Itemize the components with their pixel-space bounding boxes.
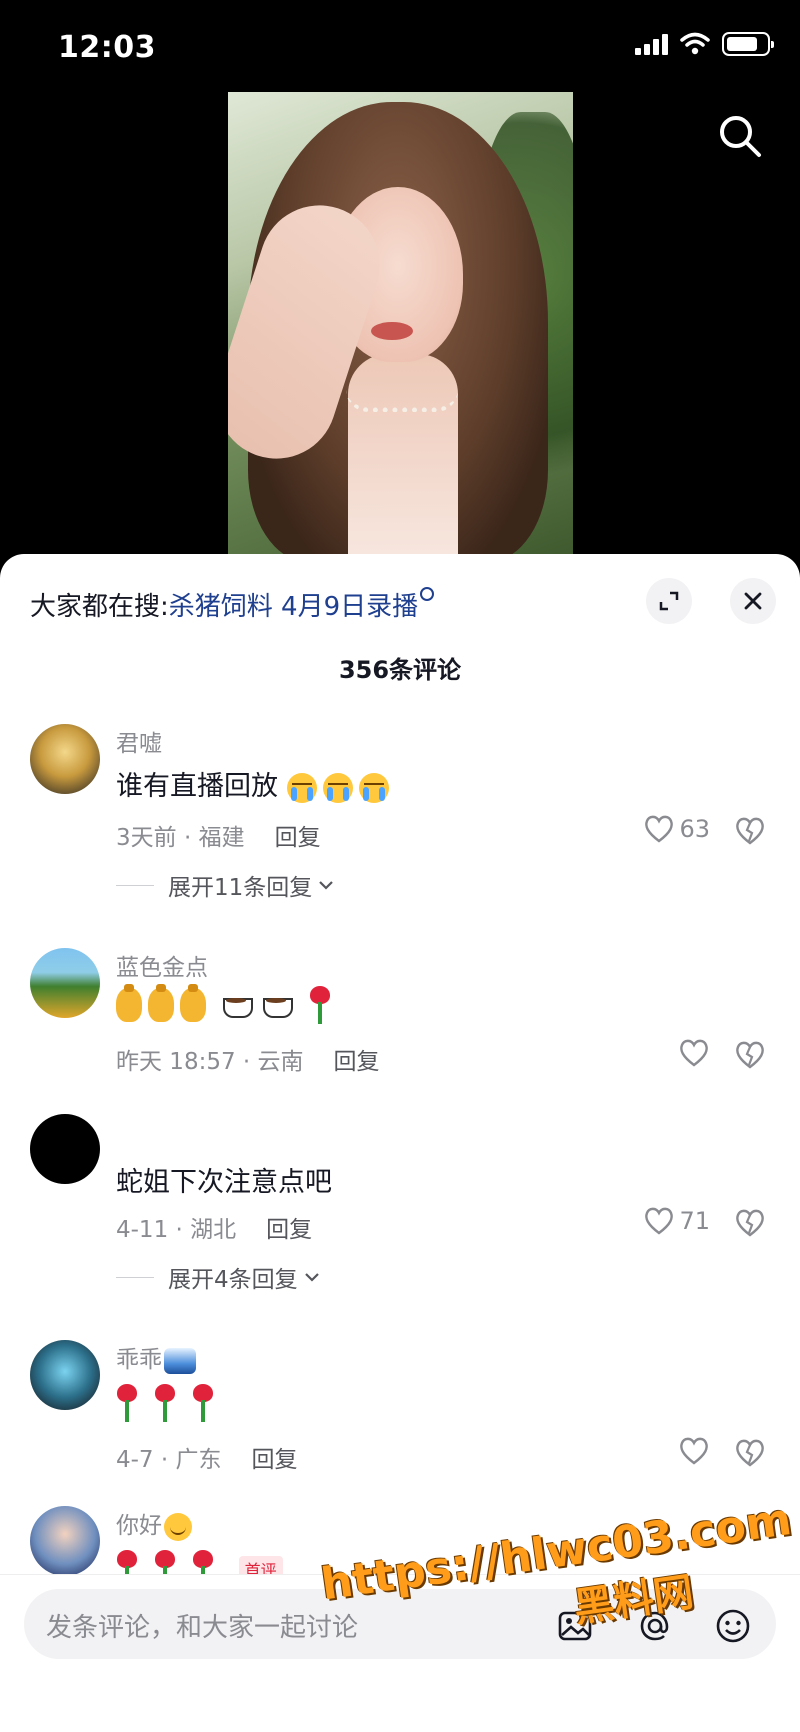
hot-search-term[interactable]: 杀猪饲料 4月9日录播 xyxy=(169,592,418,622)
status-time: 12:03 xyxy=(58,30,156,65)
comment-username-text: 你好 xyxy=(116,1513,162,1539)
like-button[interactable]: 63 xyxy=(643,814,710,844)
expand-replies-button[interactable]: 展开11条回复 xyxy=(116,868,334,902)
chevron-down-icon xyxy=(319,881,334,890)
heart-icon xyxy=(645,1207,674,1235)
comment-time-location: 3天前 · 福建 xyxy=(116,825,245,851)
expand-button[interactable] xyxy=(646,578,692,624)
chevron-down-icon xyxy=(304,1273,319,1282)
like-count: 63 xyxy=(679,815,710,843)
comment-meta: 4-11 · 湖北 回复 xyxy=(116,1210,312,1244)
heart-icon xyxy=(645,815,674,843)
comment-username-text: 乖乖 xyxy=(116,1347,162,1373)
like-count: 71 xyxy=(679,1207,710,1235)
comment-username[interactable]: 你好 xyxy=(116,1506,198,1541)
comment-username[interactable]: 君嘘 xyxy=(116,724,162,758)
video-player[interactable] xyxy=(228,92,573,554)
avatar[interactable] xyxy=(30,1114,100,1184)
dislike-heart-icon[interactable] xyxy=(734,1040,766,1070)
comment-count-title: 356条评论 xyxy=(338,656,462,684)
comment-username[interactable]: 乖乖 xyxy=(116,1340,202,1374)
dislike-heart-icon[interactable] xyxy=(734,1208,766,1238)
expand-icon xyxy=(659,591,679,611)
comment-time-location: 4-11 · 湖北 xyxy=(116,1217,237,1243)
avatar[interactable] xyxy=(30,1506,100,1576)
expand-replies-label: 展开4条回复 xyxy=(168,1267,298,1293)
close-button[interactable] xyxy=(730,578,776,624)
hot-search-prefix: 大家都在搜: xyxy=(30,592,169,622)
heart-icon xyxy=(680,1039,708,1067)
comment-input-placeholder: 发条评论，和大家一起讨论 xyxy=(46,1613,359,1643)
comment-text: 谁有直播回放 xyxy=(116,764,395,803)
avatar[interactable] xyxy=(30,948,100,1018)
close-icon xyxy=(744,592,762,610)
rose-emoji-icon xyxy=(309,986,331,1024)
comment-username[interactable]: 蓝色金点 xyxy=(116,948,208,982)
dislike-heart-icon[interactable] xyxy=(734,816,766,846)
coffee-emoji-icon xyxy=(221,992,255,1018)
crying-emoji-icon xyxy=(286,772,317,803)
reply-button[interactable]: 回复 xyxy=(252,1447,298,1473)
expand-replies-label: 展开11条回复 xyxy=(168,875,313,901)
hot-search-bar[interactable]: 大家都在搜:杀猪饲料 4月9日录播 xyxy=(30,586,435,623)
lucky-bag-emoji-icon xyxy=(148,984,174,1022)
like-button[interactable]: 71 xyxy=(643,1206,710,1236)
lucky-bag-emoji-icon xyxy=(180,984,206,1022)
reply-button[interactable]: 回复 xyxy=(275,825,321,851)
comment-meta: 4-7 · 广东 回复 xyxy=(116,1440,298,1474)
wave-emoji-icon xyxy=(164,1347,196,1374)
comment-time-location: 4-7 · 广东 xyxy=(116,1447,222,1473)
reply-button[interactable]: 回复 xyxy=(266,1217,312,1243)
comment-meta: 3天前 · 福建 回复 xyxy=(116,818,321,852)
smile-emoji-icon xyxy=(164,1512,192,1541)
search-icon[interactable] xyxy=(716,112,764,160)
battery-icon xyxy=(722,32,774,56)
search-icon xyxy=(420,587,435,601)
comment-meta: 昨天 18:57 · 云南 回复 xyxy=(116,1042,380,1076)
rose-emoji-icon xyxy=(116,1384,138,1422)
comment-text xyxy=(116,984,337,1024)
comment-text-content: 谁有直播回放 xyxy=(116,771,278,802)
coffee-emoji-icon xyxy=(261,992,295,1018)
comment-time-location: 昨天 18:57 · 云南 xyxy=(116,1049,304,1075)
status-bar: 12:03 xyxy=(0,0,800,92)
comment-text: 蛇姐下次注意点吧 xyxy=(116,1167,332,1198)
crying-emoji-icon xyxy=(358,772,389,803)
comment-text xyxy=(116,1384,220,1422)
dislike-heart-icon[interactable] xyxy=(734,1438,766,1468)
status-icons xyxy=(635,32,774,56)
like-button[interactable] xyxy=(678,1038,710,1068)
reply-button[interactable]: 回复 xyxy=(334,1049,380,1075)
rose-emoji-icon xyxy=(154,1384,176,1422)
rose-emoji-icon xyxy=(192,1384,214,1422)
heart-icon xyxy=(680,1437,708,1465)
wifi-icon xyxy=(680,32,710,55)
expand-replies-button[interactable]: 展开4条回复 xyxy=(116,1260,320,1294)
avatar[interactable] xyxy=(30,1340,100,1410)
crying-emoji-icon xyxy=(322,772,353,803)
avatar[interactable] xyxy=(30,724,100,794)
lucky-bag-emoji-icon xyxy=(116,984,142,1022)
signal-icon xyxy=(635,33,668,55)
like-button[interactable] xyxy=(678,1436,710,1466)
